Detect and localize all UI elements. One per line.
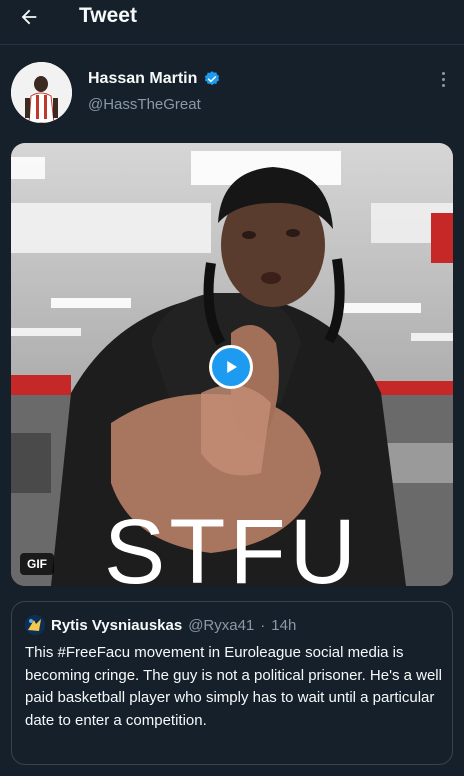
author-name-text: Hassan Martin [88,70,198,87]
more-options-button[interactable] [434,68,452,90]
quoted-avatar-image [25,615,45,635]
gif-badge: GIF [20,553,54,575]
author-handle[interactable]: @HassTheGreat [88,96,201,113]
gif-media[interactable]: STFU GIF [11,143,453,586]
more-dot-icon [441,83,445,87]
author-name[interactable]: Hassan Martin [88,70,221,88]
more-dot-icon [441,77,445,81]
quoted-tweet-header: Rytis Vysniauskas @Ryxa41 · 14h [25,615,296,635]
verified-badge-icon [205,71,220,86]
avatar-image [11,62,72,123]
arrow-left-icon [21,9,37,25]
back-button[interactable] [16,4,42,30]
quoted-tweet-text: This #FreeFacu movement in Euroleague so… [25,644,442,729]
separator-dot: · [260,616,266,634]
quoted-author-handle: @Ryxa41 [188,616,255,634]
play-button[interactable] [209,345,253,389]
quoted-timestamp: 14h [271,616,297,634]
more-dot-icon [441,71,445,75]
gif-caption-text: STFU [103,501,361,586]
quoted-author-name: Rytis Vysniauskas [51,616,183,634]
author-avatar[interactable] [11,62,72,123]
header-divider [0,44,464,45]
page-title: Tweet [79,4,137,27]
play-icon [227,361,237,373]
quoted-author-avatar [25,615,45,635]
quoted-tweet[interactable]: Rytis Vysniauskas @Ryxa41 · 14h This #Fr… [11,601,453,765]
top-app-bar: Tweet [0,0,464,34]
